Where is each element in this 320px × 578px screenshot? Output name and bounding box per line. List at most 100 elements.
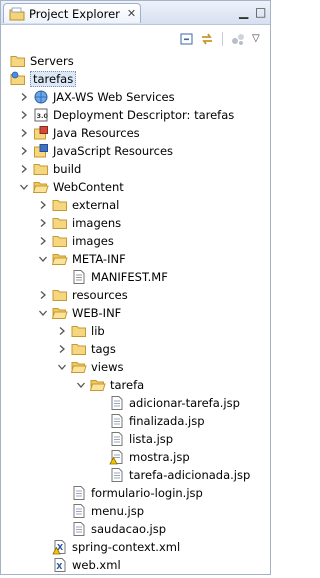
open-folder-icon bbox=[51, 251, 68, 267]
close-icon[interactable]: ✕ bbox=[127, 7, 136, 20]
tree-item-label: imagens bbox=[72, 216, 122, 230]
tree-item[interactable]: WebContent bbox=[1, 178, 270, 196]
collapsed-arrow-icon[interactable] bbox=[19, 106, 29, 124]
collapsed-arrow-icon[interactable] bbox=[19, 88, 29, 106]
web-project-icon bbox=[10, 71, 26, 87]
expanded-arrow-icon[interactable] bbox=[19, 178, 29, 196]
collapsed-arrow-icon[interactable] bbox=[38, 214, 48, 232]
tree-item[interactable]: Servers bbox=[1, 52, 270, 70]
view-tab-bar: Project Explorer ✕ ▁ □ bbox=[1, 1, 270, 25]
tree-item[interactable]: tarefa bbox=[1, 376, 270, 394]
tree-item[interactable]: views bbox=[1, 358, 270, 376]
tree-item[interactable]: external bbox=[1, 196, 270, 214]
svg-text:X: X bbox=[56, 562, 63, 571]
jsp-file-icon bbox=[71, 503, 87, 519]
tree-item-label: Java Resources bbox=[53, 126, 140, 140]
tree-item[interactable]: build bbox=[1, 160, 270, 178]
collapsed-arrow-icon[interactable] bbox=[38, 196, 48, 214]
tree-item-label: views bbox=[91, 360, 124, 374]
tree-item[interactable]: Java Resources bbox=[1, 124, 270, 142]
folder-icon bbox=[52, 215, 68, 231]
view-menu-icon[interactable]: ▽ bbox=[252, 31, 268, 47]
expanded-arrow-icon[interactable] bbox=[38, 304, 48, 322]
collapsed-arrow-icon[interactable] bbox=[19, 142, 29, 160]
javascript-resources-icon bbox=[33, 143, 49, 159]
link-with-editor-icon[interactable] bbox=[199, 31, 215, 47]
folder-icon bbox=[33, 161, 49, 177]
tree-item[interactable]: images bbox=[1, 232, 270, 250]
tree-item[interactable]: MANIFEST.MF bbox=[1, 268, 270, 286]
open-folder-icon bbox=[51, 305, 68, 321]
expanded-arrow-icon[interactable] bbox=[76, 376, 86, 394]
collapsed-arrow-icon[interactable] bbox=[57, 340, 67, 358]
open-folder-icon bbox=[89, 377, 106, 393]
tab-project-explorer[interactable]: Project Explorer ✕ bbox=[3, 3, 141, 23]
tree-item[interactable]: adicionar-tarefa.jsp bbox=[1, 394, 270, 412]
folder-icon bbox=[52, 287, 68, 303]
tree-item[interactable]: mostra.jsp bbox=[1, 448, 270, 466]
tree-item[interactable]: saudacao.jsp bbox=[1, 520, 270, 538]
collapsed-arrow-icon[interactable] bbox=[38, 286, 48, 304]
tree-item-label: JavaScript Resources bbox=[53, 144, 174, 158]
tree-item-label: spring-context.xml bbox=[72, 540, 181, 554]
tree-item-label: tarefas bbox=[30, 71, 77, 87]
tree-item-label: tarefa bbox=[110, 378, 145, 392]
tree-item-label: JAX-WS Web Services bbox=[53, 90, 175, 104]
tree-item[interactable]: lista.jsp bbox=[1, 430, 270, 448]
folder-icon bbox=[71, 323, 87, 339]
tree-item[interactable]: tarefas bbox=[1, 70, 270, 88]
tree-item[interactable]: WEB-INF bbox=[1, 304, 270, 322]
folder-icon bbox=[10, 53, 26, 69]
xml-file-warning-icon: X bbox=[52, 539, 68, 555]
tree-item[interactable]: tags bbox=[1, 340, 270, 358]
tree-item[interactable]: META-INF bbox=[1, 250, 270, 268]
text-file-icon bbox=[71, 269, 87, 285]
tree-item[interactable]: finalizada.jsp bbox=[1, 412, 270, 430]
view-toolbar: ▽ bbox=[1, 25, 270, 51]
tree-item-label: META-INF bbox=[72, 252, 126, 266]
tree-item[interactable]: formulario-login.jsp bbox=[1, 484, 270, 502]
tree-item-label: adicionar-tarefa.jsp bbox=[129, 396, 240, 410]
tree-item[interactable]: JAX-WS Web Services bbox=[1, 88, 270, 106]
tree-item[interactable]: tarefa-adicionada.jsp bbox=[1, 466, 270, 484]
tree-item-label: web.xml bbox=[72, 558, 121, 572]
tree-item-label: tags bbox=[91, 342, 116, 356]
tree-item[interactable]: Xspring-context.xml bbox=[1, 538, 270, 556]
collapsed-arrow-icon[interactable] bbox=[19, 124, 29, 142]
tree-item-label: menu.jsp bbox=[91, 504, 144, 518]
tree-item-label: lista.jsp bbox=[129, 432, 174, 446]
tree-item-label: build bbox=[53, 162, 82, 176]
svg-text:3.0: 3.0 bbox=[37, 112, 49, 120]
tree-item[interactable]: lib bbox=[1, 322, 270, 340]
expanded-arrow-icon[interactable] bbox=[38, 250, 48, 268]
expanded-arrow-icon[interactable] bbox=[57, 358, 67, 376]
tree-item[interactable]: imagens bbox=[1, 214, 270, 232]
collapsed-arrow-icon[interactable] bbox=[19, 160, 29, 178]
project-explorer-icon bbox=[9, 6, 25, 22]
filter-icon[interactable] bbox=[230, 31, 246, 47]
tree-item[interactable]: 3.0 Deployment Descriptor: tarefas bbox=[1, 106, 270, 124]
tree-item[interactable]: menu.jsp bbox=[1, 502, 270, 520]
collapse-all-icon[interactable] bbox=[179, 31, 195, 47]
project-explorer-view: Project Explorer ✕ ▁ □ ▽ Servers tarefas J… bbox=[0, 0, 271, 575]
tree-item[interactable]: resources bbox=[1, 286, 270, 304]
collapsed-arrow-icon[interactable] bbox=[38, 232, 48, 250]
tree-item[interactable]: Xweb.xml bbox=[1, 556, 270, 574]
tree-item-label: formulario-login.jsp bbox=[91, 486, 203, 500]
collapsed-arrow-icon[interactable] bbox=[57, 322, 67, 340]
minimize-icon[interactable]: ▁ bbox=[239, 5, 248, 19]
maximize-icon[interactable]: □ bbox=[255, 5, 266, 19]
tree-item-label: saudacao.jsp bbox=[91, 522, 167, 536]
tree-item[interactable]: JavaScript Resources bbox=[1, 142, 270, 160]
tree-item-label: tarefa-adicionada.jsp bbox=[129, 468, 251, 482]
